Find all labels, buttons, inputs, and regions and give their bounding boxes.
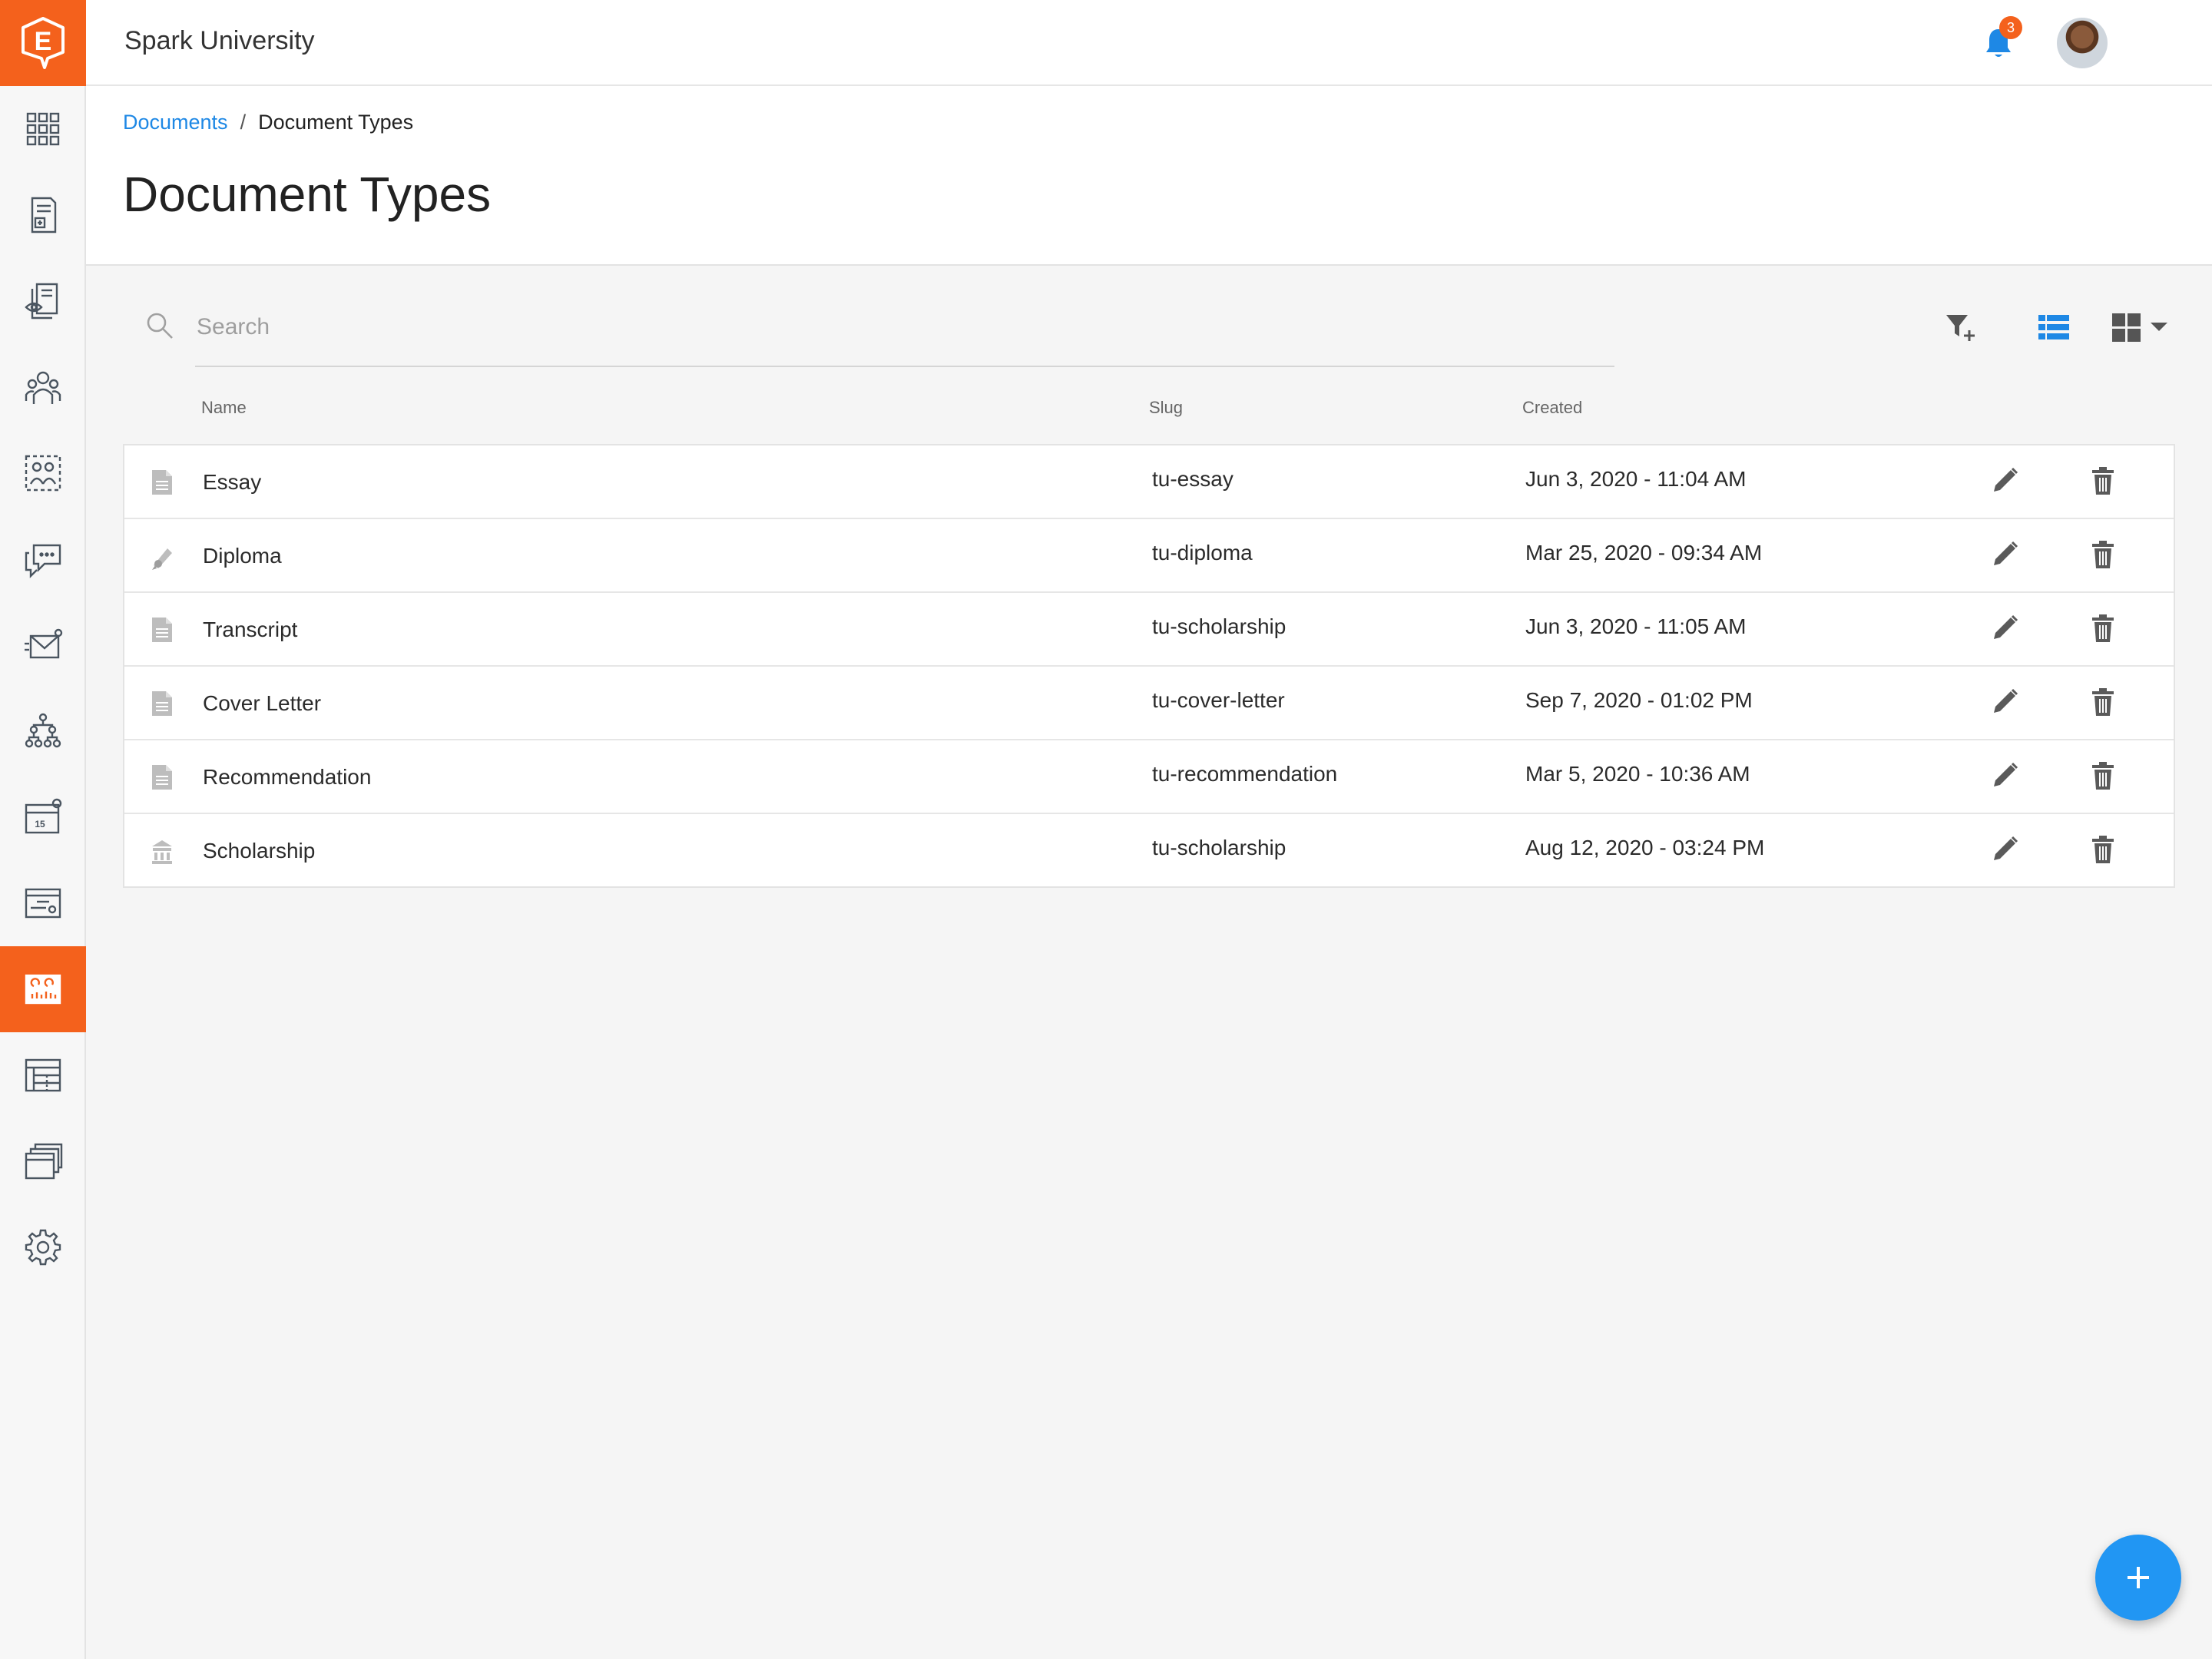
sidebar-item-messages[interactable] [0,516,86,602]
row-slug: tu-diploma [1152,541,1253,565]
page-title: Document Types [123,167,492,222]
row-slug: tu-scholarship [1152,614,1286,638]
organization-name: Spark University [124,26,315,55]
table-row[interactable]: Scholarship tu-scholarship Aug 12, 2020 … [124,814,2174,886]
diploma-icon [152,548,172,570]
analytics-board-icon [25,974,61,1005]
table-row[interactable]: Essay tu-essay Jun 3, 2020 - 11:04 AM [124,445,2174,519]
delete-trash-icon[interactable] [2088,539,2118,570]
people-group-icon [25,371,61,404]
sidebar-item-dashboard[interactable] [0,86,86,172]
sidebar-item-analytics[interactable] [0,946,86,1032]
delete-trash-icon[interactable] [2088,613,2118,644]
dashboard-grid-icon [26,112,60,146]
svg-text:E: E [35,27,52,56]
search-icon [147,313,173,339]
sidebar-item-people[interactable] [0,344,86,430]
column-header-name[interactable]: Name [201,398,247,418]
sidebar-item-documents[interactable] [0,172,86,258]
row-name: Cover Letter [203,691,322,715]
row-slug: tu-recommendation [1152,762,1338,786]
document-icon [152,470,172,495]
edit-pencil-icon[interactable] [1989,834,2020,865]
page-header: Documents / Document Types Document Types [86,86,2212,266]
row-slug: tu-scholarship [1152,836,1286,859]
row-name: Transcript [203,618,298,641]
people-selection-icon [25,455,61,492]
org-chart-icon [25,713,61,748]
column-header-slug[interactable]: Slug [1149,398,1183,418]
send-mail-icon [25,628,63,659]
row-name: Recommendation [203,765,372,789]
breadcrumb: Documents / Document Types [123,111,413,134]
row-slug: tu-cover-letter [1152,688,1285,712]
app-logo[interactable]: E [0,0,86,86]
table-row[interactable]: Diploma tu-diploma Mar 25, 2020 - 09:34 … [124,519,2174,593]
sidebar-item-review[interactable] [0,258,86,344]
document-plus-icon [31,197,57,233]
breadcrumb-documents-link[interactable]: Documents [123,111,228,134]
svg-text:15: 15 [35,819,45,830]
avatar[interactable] [2057,18,2108,68]
edit-pencil-icon[interactable] [1989,687,2020,717]
edit-pencil-icon[interactable] [1989,465,2020,496]
spreadsheet-icon [25,1058,61,1092]
row-created: Aug 12, 2020 - 03:24 PM [1525,836,1765,859]
breadcrumb-current: Document Types [258,111,414,134]
document-icon [152,691,172,716]
edit-pencil-icon[interactable] [1989,613,2020,644]
gear-icon [25,1229,61,1266]
files-stack-icon [25,1143,63,1180]
sidebar-item-spreadsheet[interactable] [0,1032,86,1118]
sidebar-item-forms[interactable] [0,860,86,946]
delete-trash-icon[interactable] [2088,465,2118,496]
row-created: Sep 7, 2020 - 01:02 PM [1525,688,1753,712]
delete-trash-icon[interactable] [2088,834,2118,865]
document-review-icon [25,283,58,320]
row-slug: tu-essay [1152,467,1233,491]
edit-pencil-icon[interactable] [1989,539,2020,570]
add-document-type-button[interactable] [2095,1535,2181,1621]
plus-icon [2128,1567,2149,1588]
top-bar: Spark University [86,0,2212,86]
column-header-created[interactable]: Created [1522,398,1582,418]
chat-bubbles-icon [25,544,61,578]
row-name: Essay [203,470,262,494]
row-name: Scholarship [203,839,316,863]
grid-view-dropdown-icon[interactable] [2111,310,2169,344]
row-name: Diploma [203,544,282,568]
logo-icon: E [22,17,65,69]
search-input[interactable] [195,307,1611,347]
table-row[interactable]: Transcript tu-scholarship Jun 3, 2020 - … [124,593,2174,667]
form-settings-icon [25,888,61,919]
document-icon [152,765,172,790]
sidebar-item-mail[interactable] [0,602,86,688]
edit-pencil-icon[interactable] [1989,760,2020,791]
sidebar-item-groups[interactable] [0,430,86,516]
delete-trash-icon[interactable] [2088,760,2118,791]
calendar-icon: 15 [25,798,62,834]
table-row[interactable]: Recommendation tu-recommendation Mar 5, … [124,740,2174,814]
add-filter-icon[interactable] [1943,310,1977,344]
delete-trash-icon[interactable] [2088,687,2118,717]
row-created: Mar 25, 2020 - 09:34 AM [1525,541,1763,565]
sidebar: E 15 [0,0,86,1659]
sidebar-item-settings[interactable] [0,1204,86,1290]
notification-badge: 3 [1999,16,2022,39]
breadcrumb-separator: / [240,111,247,134]
document-types-table: Essay tu-essay Jun 3, 2020 - 11:04 AM Di… [123,444,2175,888]
row-created: Jun 3, 2020 - 11:04 AM [1525,467,1747,491]
sidebar-item-files[interactable] [0,1118,86,1204]
row-created: Mar 5, 2020 - 10:36 AM [1525,762,1750,786]
institution-icon [152,840,172,864]
list-view-icon[interactable] [2037,310,2071,344]
document-icon [152,618,172,642]
sidebar-item-calendar[interactable]: 15 [0,774,86,860]
row-created: Jun 3, 2020 - 11:05 AM [1525,614,1747,638]
table-row[interactable]: Cover Letter tu-cover-letter Sep 7, 2020… [124,667,2174,740]
sidebar-item-org[interactable] [0,688,86,774]
